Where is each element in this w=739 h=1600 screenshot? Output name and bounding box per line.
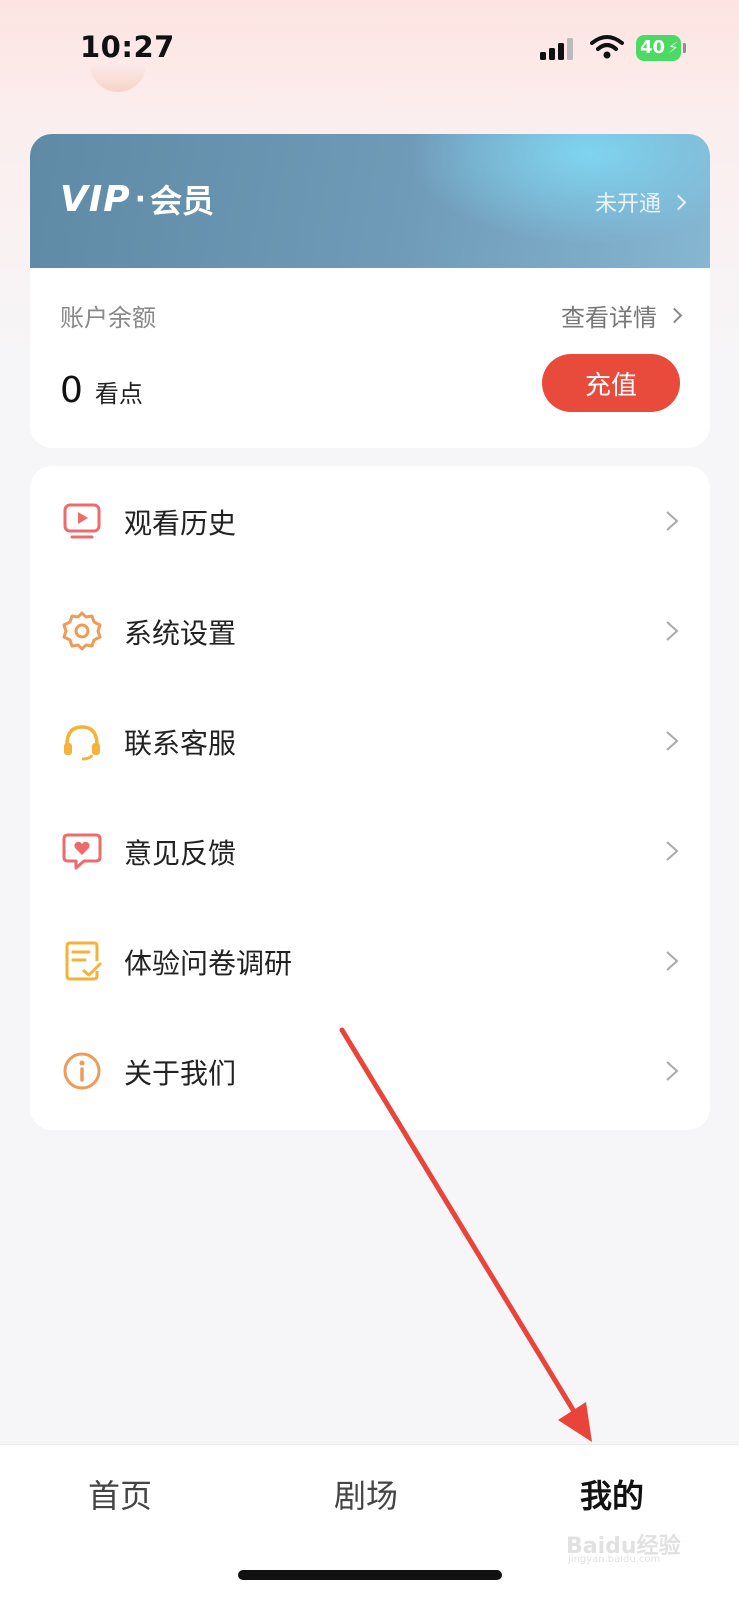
headset-icon [64, 725, 100, 761]
chevron-right-icon [666, 511, 679, 531]
balance-unit: 看点 [94, 380, 143, 408]
tab-home[interactable]: 首页 [88, 1471, 152, 1517]
tab-theater[interactable]: 剧场 [334, 1471, 398, 1517]
vip-balance-card: VIP · 会员 未开通 账户余额 查看详情 0 看点 充值 [30, 134, 710, 448]
tab-mine[interactable]: 我的 [580, 1471, 644, 1517]
cellular-signal-icon [540, 38, 576, 60]
chevron-right-icon [666, 1061, 679, 1081]
menu-item-system-settings[interactable]: 系统设置 [30, 576, 710, 686]
play-history-icon [63, 503, 101, 539]
chevron-right-icon [666, 841, 679, 861]
menu-item-watch-history[interactable]: 观看历史 [30, 466, 710, 576]
chevron-right-icon [666, 307, 683, 324]
status-time: 10:27 [80, 30, 175, 64]
balance-value: 0 看点 [60, 370, 143, 411]
balance-label: 账户余额 [60, 304, 156, 332]
vip-banner[interactable]: VIP · 会员 未开通 [30, 134, 710, 268]
menu-list: 观看历史 系统设置 联系客服 意见反馈 体验问卷调研 关于我们 [30, 466, 710, 1130]
wifi-icon [590, 35, 624, 59]
menu-item-contact-support[interactable]: 联系客服 [30, 686, 710, 796]
view-details-label: 查看详情 [561, 304, 657, 332]
menu-item-survey[interactable]: 体验问卷调研 [30, 906, 710, 1016]
chevron-right-icon [670, 194, 687, 210]
chevron-right-icon [666, 731, 679, 751]
info-icon [63, 1052, 101, 1090]
gear-icon [62, 611, 102, 651]
battery-icon: 40 ⚡ [636, 35, 686, 61]
survey-icon [65, 941, 102, 981]
vip-status-label: 未开通 [594, 192, 661, 217]
chevron-right-icon [666, 621, 679, 641]
menu-item-label: 系统设置 [124, 617, 237, 650]
view-details-link[interactable]: 查看详情 [561, 298, 683, 333]
menu-item-about-us[interactable]: 关于我们 [30, 1016, 710, 1126]
home-indicator [238, 1570, 502, 1580]
feedback-heart-icon [62, 833, 102, 870]
menu-item-label: 联系客服 [124, 727, 237, 760]
menu-item-label: 意见反馈 [124, 837, 237, 870]
vip-status-link[interactable]: 未开通 [594, 186, 687, 218]
menu-item-label: 关于我们 [124, 1057, 237, 1090]
menu-item-feedback[interactable]: 意见反馈 [30, 796, 710, 906]
chevron-right-icon [666, 951, 679, 971]
menu-item-label: 体验问卷调研 [124, 947, 293, 980]
baidu-watermark: Baidu经验 jingyan.baidu.com [566, 1534, 681, 1565]
balance-amount: 0 [60, 370, 83, 411]
battery-level: 40 [640, 37, 666, 58]
menu-item-label: 观看历史 [124, 507, 237, 540]
recharge-button[interactable]: 充值 [542, 354, 680, 412]
vip-logo: VIP · 会员 [60, 178, 215, 221]
